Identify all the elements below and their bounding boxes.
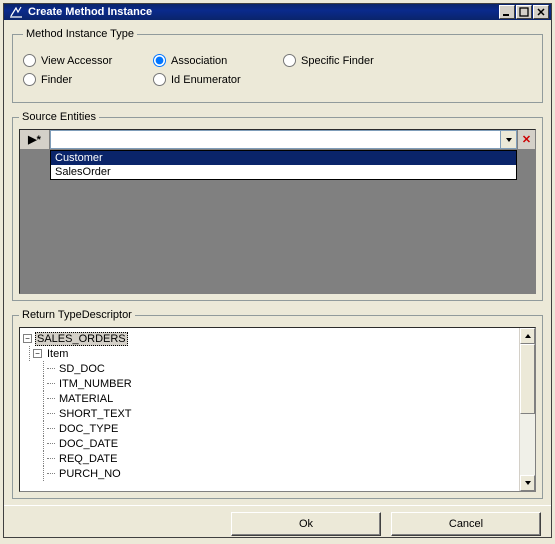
tree-line [47,428,55,429]
tree-leaf[interactable]: DOC_DATE [57,438,120,450]
radio-input[interactable] [283,54,296,67]
radio-label: Specific Finder [301,55,374,67]
tree-leaf[interactable]: MATERIAL [57,393,115,405]
tree-node[interactable]: Item [45,348,70,360]
tree-line [43,376,44,391]
return-type-descriptor-group: Return TypeDescriptor − SALES_ORDERS [12,309,543,499]
tree-leaf[interactable]: DOC_TYPE [57,423,120,435]
tree-line [47,398,55,399]
scroll-track[interactable] [520,344,535,475]
tree-line [43,466,44,481]
close-button[interactable] [533,5,549,19]
radio-association[interactable]: Association [153,54,283,67]
method-instance-type-group: Method Instance Type View Accessor Assoc… [12,28,543,103]
entity-combobox[interactable] [50,130,517,149]
radio-label: Association [171,55,227,67]
tree-collapse-icon[interactable]: − [33,349,42,358]
delete-row-button[interactable]: ✕ [517,130,535,149]
tree-line [47,368,55,369]
radio-view-accessor[interactable]: View Accessor [23,54,153,67]
radio-label: Id Enumerator [171,74,241,86]
radio-input[interactable] [153,73,166,86]
tree-leaf[interactable]: SD_DOC [57,363,107,375]
tree-line [47,413,55,414]
radio-specific-finder[interactable]: Specific Finder [283,54,413,67]
group-legend: Return TypeDescriptor [19,309,135,321]
radio-input[interactable] [153,54,166,67]
radio-input[interactable] [23,73,36,86]
dropdown-item[interactable]: SalesOrder [51,165,516,179]
tree-collapse-icon[interactable]: − [23,334,32,343]
tree-line [43,391,44,406]
radio-finder[interactable]: Finder [23,73,153,86]
ok-button[interactable]: Ok [231,512,381,536]
tree-line [43,436,44,451]
app-icon [8,4,24,20]
row-marker[interactable]: ▶* [20,130,50,149]
tree-node-root[interactable]: SALES_ORDERS [35,332,128,346]
minimize-button[interactable] [499,5,515,19]
tree-line [43,361,44,376]
tree-line [47,473,55,474]
tree-leaf[interactable]: SHORT_TEXT [57,408,134,420]
tree-line [29,346,30,361]
tree-line [43,451,44,466]
type-descriptor-tree: − SALES_ORDERS − Item [19,327,536,492]
scroll-thumb[interactable] [520,344,535,414]
combobox-dropdown-button[interactable] [500,131,516,148]
radio-input[interactable] [23,54,36,67]
titlebar: Create Method Instance [4,4,551,20]
dialog-footer: Ok Cancel [4,505,551,544]
vertical-scrollbar[interactable] [519,328,535,491]
tree-leaf[interactable]: REQ_DATE [57,453,119,465]
dropdown-item[interactable]: Customer [51,151,516,165]
source-entities-grid: ▶* ✕ Customer SalesOrder [19,129,536,294]
tree-line [43,421,44,436]
cancel-button[interactable]: Cancel [391,512,541,536]
window-title: Create Method Instance [28,6,499,18]
tree-leaf[interactable]: PURCH_NO [57,468,123,480]
radio-id-enumerator[interactable]: Id Enumerator [153,73,283,86]
scroll-up-button[interactable] [520,328,535,344]
tree-line [47,383,55,384]
radio-label: View Accessor [41,55,112,67]
dialog-body: Method Instance Type View Accessor Assoc… [4,20,551,505]
grid-row: ▶* ✕ [20,130,535,150]
tree-line [47,443,55,444]
tree-leaf[interactable]: ITM_NUMBER [57,378,134,390]
source-entities-group: Source Entities ▶* ✕ Customer SalesOrder [12,111,543,301]
group-legend: Source Entities [19,111,99,123]
window-controls [499,5,549,19]
group-legend: Method Instance Type [23,28,137,40]
tree-line [43,406,44,421]
tree-line [47,458,55,459]
combobox-text[interactable] [51,131,500,148]
radio-label: Finder [41,74,72,86]
scroll-down-button[interactable] [520,475,535,491]
combobox-dropdown-list: Customer SalesOrder [50,150,517,180]
maximize-button[interactable] [516,5,532,19]
dialog-window: Create Method Instance Method Instance T… [3,3,552,538]
